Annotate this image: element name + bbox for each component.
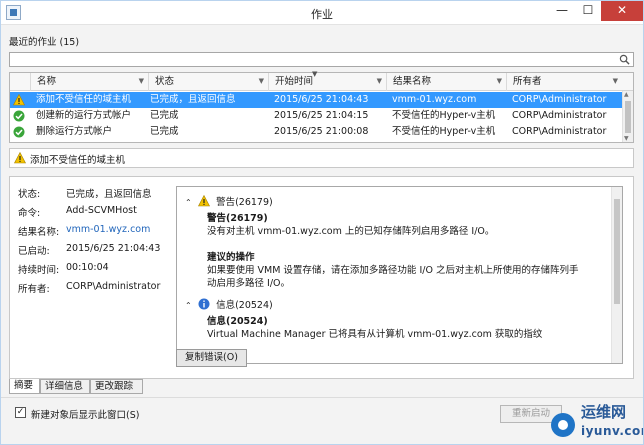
maximize-button[interactable]: ☐: [575, 1, 601, 21]
recommended-action-text: 如果要使用 VMM 设置存储，请在添加多路径功能 I/O 之后对主机上所使用的存…: [207, 265, 579, 276]
warning-header-text: 警告(26179): [216, 197, 273, 208]
info-header-text: 信息(20524): [216, 300, 273, 311]
messages-scrollbar[interactable]: [611, 187, 622, 363]
result-name-link[interactable]: vmm-01.wyz.com: [66, 224, 150, 235]
table-row[interactable]: 创建新的运行方式帐户 已完成 2015/6/25 21:04:15 不受信任的H…: [10, 108, 622, 124]
column-result-name-label: 结果名称: [393, 76, 432, 87]
selected-job-name: 添加不受信任的域主机: [30, 155, 126, 166]
copy-errors-button[interactable]: 复制错误(O): [176, 349, 247, 367]
column-status-label: 状态: [155, 76, 175, 87]
recommended-action-title: 建议的操作: [207, 252, 255, 263]
info-icon: [198, 298, 210, 310]
column-result-name[interactable]: 结果名称 ▼: [386, 73, 506, 91]
job-result-name: vmm-01.wyz.com: [392, 94, 477, 105]
chevron-down-icon: ▼: [376, 77, 382, 85]
started-value: 2015/6/25 21:04:43: [66, 243, 161, 254]
duration-label: 持续时间:: [18, 265, 60, 276]
chevron-up-icon[interactable]: ⌃: [185, 301, 195, 310]
status-label: 状态:: [18, 189, 41, 200]
sort-desc-icon: ▼: [312, 70, 318, 78]
info-section-header[interactable]: ⌃ 信息(20524): [185, 297, 273, 311]
chevron-up-icon[interactable]: ⌃: [185, 198, 195, 207]
scrollbar-thumb[interactable]: [614, 199, 620, 304]
command-label: 命令:: [18, 208, 41, 219]
column-owner[interactable]: 所有者 ▼: [506, 73, 622, 91]
scroll-up-icon[interactable]: ▲: [624, 91, 629, 98]
search-input[interactable]: [9, 52, 634, 67]
job-name: 删除运行方式帐户: [36, 126, 113, 137]
job-result-name: 不受信任的Hyper-v主机: [392, 126, 496, 137]
warning-icon: [14, 152, 26, 164]
chevron-down-icon: ▼: [258, 77, 264, 85]
command-value: Add-SCVMHost: [66, 205, 137, 216]
job-details-panel: 状态: 已完成，且返回信息 命令: Add-SCVMHost 结果名称: vmm…: [9, 176, 634, 379]
column-status-icon[interactable]: [10, 73, 30, 91]
footer-divider: [1, 397, 643, 398]
column-name-label: 名称: [37, 76, 57, 87]
tab-details[interactable]: 详细信息: [40, 379, 90, 394]
success-icon: [13, 110, 25, 122]
close-button[interactable]: ✕: [601, 1, 643, 21]
jobs-table: 名称 ▼ 状态 ▼ 开始时间 ▼ 结果名称 ▼ 所有者 ▼ ▼ 添加不受信任的域主机 已完…: [9, 70, 634, 143]
show-window-checkbox[interactable]: ✓: [15, 407, 26, 418]
info-title: 信息(20524): [207, 316, 268, 327]
tab-summary[interactable]: 摘要: [9, 379, 40, 394]
job-status: 已完成: [150, 110, 179, 121]
job-start-time: 2015/6/25 21:04:15: [274, 110, 369, 121]
chevron-down-icon: ▼: [612, 77, 618, 85]
job-status: 已完成: [150, 126, 179, 137]
recommended-action-text: 动启用多路径 I/O。: [207, 278, 290, 289]
warning-section-header[interactable]: ⌃ 警告(26179): [185, 194, 273, 208]
started-label: 已启动:: [18, 246, 50, 257]
minimize-button[interactable]: —: [549, 1, 575, 21]
tab-change-tracking[interactable]: 更改跟踪: [90, 379, 143, 394]
chevron-down-icon: ▼: [496, 77, 502, 85]
show-window-label: 新建对象后显示此窗口(S): [31, 410, 140, 421]
table-header: 名称 ▼ 状态 ▼ 开始时间 ▼ 结果名称 ▼ 所有者 ▼ ▼: [10, 70, 633, 91]
duration-value: 00:10:04: [66, 262, 109, 273]
watermark-logo-icon: [551, 413, 575, 437]
warning-icon: [13, 94, 25, 106]
job-status: 已完成，且返回信息: [150, 94, 236, 105]
title-bar: 作业 — ☐ ✕: [1, 1, 643, 25]
result-name-label: 结果名称:: [18, 227, 60, 238]
table-scrollbar[interactable]: ▲ ▼: [622, 91, 633, 142]
messages-panel: ⌃ 警告(26179) 警告(26179) 没有对主机 vmm-01.wyz.c…: [176, 186, 623, 364]
job-name: 添加不受信任的域主机: [36, 94, 132, 105]
table-row[interactable]: 添加不受信任的域主机 已完成，且返回信息 2015/6/25 21:04:43 …: [10, 92, 622, 108]
job-start-time: 2015/6/25 21:04:43: [274, 94, 369, 105]
status-value: 已完成，且返回信息: [66, 189, 152, 200]
recent-jobs-label: 最近的作业 (15): [9, 37, 80, 48]
success-icon: [13, 126, 25, 138]
job-owner: CORP\Administrator: [512, 94, 607, 105]
job-name: 创建新的运行方式帐户: [36, 110, 132, 121]
warning-text: 没有对主机 vmm-01.wyz.com 上的已知存储阵列启用多路径 I/O。: [207, 226, 495, 237]
job-owner: CORP\Administrator: [512, 126, 607, 137]
watermark: 运维网 iyunv.com: [551, 399, 643, 444]
column-name[interactable]: 名称 ▼: [30, 73, 148, 91]
chevron-down-icon: ▼: [138, 77, 144, 85]
owner-label: 所有者:: [18, 284, 50, 295]
jobs-window: 作业 — ☐ ✕ 最近的作业 (15) 名称 ▼ 状态 ▼ 开始时间 ▼ 结果名称 ▼ …: [0, 0, 644, 445]
info-text: Virtual Machine Manager 已将具有从计算机 vmm-01.…: [207, 329, 543, 340]
job-owner: CORP\Administrator: [512, 110, 607, 121]
column-owner-label: 所有者: [513, 76, 542, 87]
scroll-down-icon[interactable]: ▼: [624, 135, 629, 142]
job-start-time: 2015/6/25 21:00:08: [274, 126, 369, 137]
job-result-name: 不受信任的Hyper-v主机: [392, 110, 496, 121]
owner-value: CORP\Administrator: [66, 281, 161, 292]
window-title: 作业: [311, 8, 333, 21]
scrollbar-thumb[interactable]: [625, 101, 631, 133]
warning-title: 警告(26179): [207, 213, 268, 224]
selected-job-bar: 添加不受信任的域主机: [9, 148, 634, 168]
column-status[interactable]: 状态 ▼: [148, 73, 268, 91]
search-icon[interactable]: [619, 54, 630, 65]
column-start-time-label: 开始时间: [275, 76, 314, 87]
warning-icon: [198, 195, 211, 207]
column-start-time[interactable]: 开始时间 ▼: [268, 73, 386, 91]
table-row[interactable]: 删除运行方式帐户 已完成 2015/6/25 21:00:08 不受信任的Hyp…: [10, 124, 622, 140]
watermark-cn-text: 运维网: [581, 403, 627, 421]
watermark-en-text: iyunv.com: [581, 424, 643, 438]
